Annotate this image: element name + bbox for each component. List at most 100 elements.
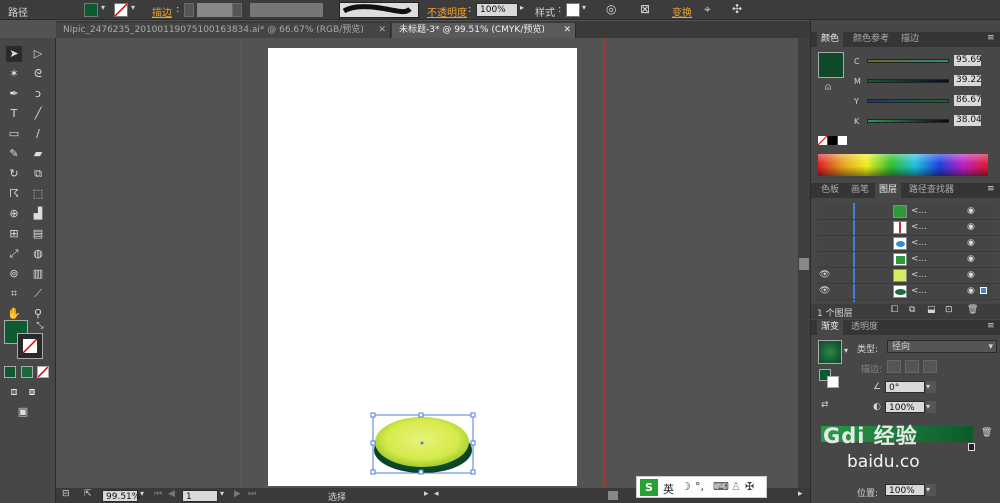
trash-icon[interactable]: 🗑 xyxy=(967,305,978,315)
c-slider[interactable] xyxy=(867,59,949,63)
graphic-style-swatch[interactable] xyxy=(566,3,580,17)
vertical-scrollbar[interactable] xyxy=(798,38,810,488)
next-page-icon[interactable]: ▶ xyxy=(234,489,241,499)
gradient-swatch[interactable] xyxy=(818,340,842,364)
layer-row[interactable]: <... ◉ xyxy=(817,204,999,220)
last-page-icon[interactable]: ⏭ xyxy=(248,489,256,499)
lasso-icon[interactable]: ᘓ xyxy=(30,66,46,82)
selection-tool-icon[interactable]: ➤ xyxy=(6,46,22,62)
chevron-down-icon[interactable]: ▾ xyxy=(582,3,586,12)
doc-tab-2[interactable]: 未标题-3* @ 99.51% (CMYK/预览) ✕ xyxy=(392,23,576,38)
new-sublayer-icon[interactable]: ⬓ xyxy=(927,305,936,315)
isolate-icon[interactable]: ✣ xyxy=(732,2,742,16)
panel-menu-icon[interactable]: ≡ xyxy=(987,321,995,331)
chevron-down-icon[interactable]: ▾ xyxy=(926,484,936,496)
page-field[interactable]: 1 xyxy=(182,490,218,502)
panel-menu-icon[interactable]: ≡ xyxy=(987,33,995,43)
target-icon[interactable]: ◉ xyxy=(967,254,975,264)
pen-tool-icon[interactable]: ✒ xyxy=(6,86,22,102)
wrench-icon[interactable]: ✠ xyxy=(745,480,754,493)
target-icon[interactable]: ◉ xyxy=(967,270,975,280)
stroke-gradient-along-icon[interactable] xyxy=(905,360,919,373)
y-value[interactable]: 86.67 xyxy=(954,95,982,106)
tab-transparency[interactable]: 透明度 xyxy=(847,320,882,335)
rotate-icon[interactable]: ↻ xyxy=(6,166,22,182)
gradient-mode-icon[interactable] xyxy=(21,366,33,378)
prev-page-icon[interactable]: ◀ xyxy=(168,489,175,499)
scale-icon[interactable]: ⧉ xyxy=(30,166,46,182)
zoom-field[interactable]: 99.51% xyxy=(102,490,140,502)
brush-definition[interactable] xyxy=(339,2,419,18)
draw-behind-icon[interactable]: ⧇ xyxy=(24,384,40,400)
opacity-label[interactable]: 不透明度 xyxy=(427,4,467,19)
white-swatch[interactable] xyxy=(838,136,847,145)
tab-gradient[interactable]: 渐变 xyxy=(817,320,844,335)
close-icon[interactable]: ✕ xyxy=(563,23,571,38)
gradient-type-select[interactable]: 径向 ▾ xyxy=(887,340,997,353)
stroke-weight-dropdown[interactable] xyxy=(232,3,242,17)
m-slider[interactable] xyxy=(867,79,949,83)
rectangle-tool-icon[interactable]: ▭ xyxy=(6,126,22,142)
tab-brushes[interactable]: 画笔 xyxy=(847,183,873,198)
layer-row[interactable]: <... ◉ xyxy=(817,236,999,252)
reverse-gradient-icon[interactable]: ⇄ xyxy=(821,400,829,410)
curvature-icon[interactable]: ↄ xyxy=(30,86,46,102)
k-slider[interactable] xyxy=(867,119,949,123)
stroke-gradient-within-icon[interactable] xyxy=(887,360,901,373)
slice-icon[interactable]: ⟋ xyxy=(30,286,46,302)
color-spectrum[interactable] xyxy=(818,154,988,176)
recolor-icon[interactable]: ◎ xyxy=(606,2,616,16)
moon-icon[interactable]: ☽ xyxy=(681,480,691,493)
tab-color-guide[interactable]: 颜色参考 xyxy=(849,32,893,47)
chevron-down-icon[interactable]: ▾ xyxy=(926,401,936,413)
stroke-color-box[interactable] xyxy=(17,333,43,359)
chevron-down-icon[interactable]: ▾ xyxy=(220,489,224,498)
warp-icon[interactable]: ☈ xyxy=(6,186,22,202)
blend-icon[interactable]: ◍ xyxy=(30,246,46,262)
k-value[interactable]: 38.04 xyxy=(954,115,982,126)
opacity-field[interactable]: 100% xyxy=(476,3,518,17)
eye-icon[interactable]: 👁 xyxy=(819,270,830,280)
fill-swatch[interactable] xyxy=(84,3,98,17)
paintbrush-icon[interactable]: ∕ xyxy=(30,126,46,142)
h-scroll-thumb[interactable] xyxy=(608,491,618,500)
transform-each-icon[interactable]: ⌖ xyxy=(704,2,711,17)
black-swatch[interactable] xyxy=(828,136,837,145)
chevron-right-icon[interactable]: ▸ xyxy=(798,489,803,499)
ime-lang[interactable]: 英 xyxy=(663,481,674,497)
stroke-swatch[interactable] xyxy=(114,3,128,17)
target-icon[interactable]: ◉ xyxy=(967,238,975,248)
eraser-icon[interactable]: ▰ xyxy=(30,146,46,162)
tab-swatches[interactable]: 色板 xyxy=(817,183,843,198)
magic-wand-icon[interactable]: ✶ xyxy=(6,66,22,82)
stroke-weight-field[interactable] xyxy=(197,3,232,17)
symbol-sprayer-icon[interactable]: ⊚ xyxy=(6,266,22,282)
tab-layers[interactable]: 图层 xyxy=(875,183,902,198)
target-icon[interactable]: ◉ xyxy=(967,206,975,216)
swap-icon[interactable]: ⤡ xyxy=(32,318,48,334)
chevron-left-icon[interactable]: ◂ xyxy=(434,489,439,499)
layer-row[interactable]: <... ◉ xyxy=(817,220,999,236)
stroke-weight-stepper[interactable] xyxy=(184,3,194,17)
chevron-down-icon[interactable]: ▾ xyxy=(131,3,135,12)
close-icon[interactable]: ✕ xyxy=(378,23,386,38)
chevron-down-icon[interactable]: ▾ xyxy=(140,489,144,498)
c-value[interactable]: 95.69 xyxy=(954,55,982,66)
locate-object-icon[interactable]: ⧠ xyxy=(891,305,898,315)
layer-row[interactable]: <... ◉ xyxy=(817,252,999,268)
selection-indicator[interactable] xyxy=(980,287,987,294)
chevron-right-icon[interactable]: ▸ xyxy=(424,489,429,499)
chevron-down-icon[interactable]: ▾ xyxy=(101,3,105,12)
tab-stroke[interactable]: 描边 xyxy=(897,32,923,47)
y-slider[interactable] xyxy=(867,99,949,103)
position-field[interactable]: 100% xyxy=(885,484,925,496)
free-transform-icon[interactable]: ⬚ xyxy=(30,186,46,202)
align-icon[interactable]: ⊠ xyxy=(640,2,650,16)
direct-selection-tool-icon[interactable]: ▷ xyxy=(30,46,46,62)
trash-icon[interactable]: 🗑 xyxy=(981,428,992,438)
layer-row[interactable]: 👁 <... ◉ xyxy=(817,268,999,284)
aspect-ratio-field[interactable]: 100% xyxy=(885,401,925,413)
transform-label[interactable]: 变换 xyxy=(672,4,692,19)
none-swatch[interactable] xyxy=(818,136,827,145)
type-tool-icon[interactable]: T xyxy=(6,106,22,122)
